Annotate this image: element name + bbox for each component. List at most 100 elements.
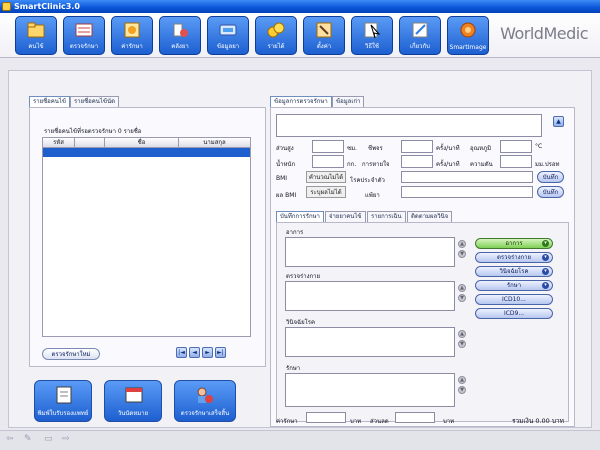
income-icon xyxy=(267,22,285,38)
button-label: ICD10... xyxy=(502,296,526,303)
tab-treatment-record[interactable]: บันทึกการรักษา xyxy=(276,211,324,222)
bmi-result-button[interactable]: ระบุผลไม่ได้ xyxy=(306,186,346,198)
toolbar-button-examination[interactable]: ตรวจรักษา xyxy=(63,16,105,55)
scroll-up-icon[interactable]: ▲ xyxy=(458,240,466,248)
toolbar-label: คนไข้ xyxy=(28,43,44,50)
toolbar-label: ตั้งค่า xyxy=(316,43,332,50)
scroll-down-icon[interactable]: ▼ xyxy=(458,340,466,348)
fee-unit: บาท xyxy=(350,418,362,425)
blood-pressure-field[interactable] xyxy=(500,155,532,168)
toolbar-label: ตรวจรักษา xyxy=(69,43,99,50)
tab-patient-list[interactable]: รายชื่อคนไข้ xyxy=(29,96,71,107)
physical-exam-template-button[interactable]: ตรวจร่างกาย ▾ xyxy=(475,252,553,263)
scroll-down-icon[interactable]: ▼ xyxy=(458,294,466,302)
temperature-label: อุณหภูมิ xyxy=(470,145,492,152)
respiration-label: การหายใจ xyxy=(362,161,390,168)
temperature-field[interactable] xyxy=(500,140,532,153)
diagnosis-template-button[interactable]: วินิจฉัยโรค ▾ xyxy=(475,266,553,277)
toolbar-button-smartimage[interactable]: SmartImage xyxy=(447,16,489,55)
icd9-button[interactable]: ICD9... xyxy=(475,308,553,319)
scroll-up-icon[interactable]: ▲ xyxy=(458,284,466,292)
temperature-unit: °C xyxy=(535,143,543,150)
scroll-down-icon[interactable]: ▼ xyxy=(458,250,466,258)
window-icon[interactable]: ▭ xyxy=(44,434,53,444)
tab-history[interactable]: ข้อมูลเก่า xyxy=(332,96,365,107)
nav-previous-button[interactable]: ◄ xyxy=(189,347,200,358)
toolbar-label: รายได้ xyxy=(267,43,285,50)
pulse-field[interactable] xyxy=(401,140,433,153)
appointment-date-button[interactable]: วันนัดหมาย xyxy=(104,380,162,422)
selected-table-row[interactable] xyxy=(43,148,250,157)
tab-exam-info[interactable]: ข้อมูลการตรวจรักษา xyxy=(270,96,332,107)
bmi-calc-button[interactable]: คำนวณไม่ได้ xyxy=(306,171,346,183)
new-exam-button[interactable]: ตรวจรักษาใหม่ xyxy=(42,348,100,360)
discount-unit: บาท xyxy=(443,418,455,425)
nav-last-button[interactable]: ►| xyxy=(215,347,226,358)
toolbar-button-income[interactable]: รายได้ xyxy=(255,16,297,55)
tab-dispense-drugs[interactable]: จ่ายยาคนไข้ xyxy=(325,211,366,222)
fee-field[interactable] xyxy=(306,412,346,423)
button-label: วันนัดหมาย xyxy=(117,410,149,417)
brand-logo: WorldMedic xyxy=(500,24,588,43)
back-icon[interactable]: ⇦ xyxy=(6,434,14,444)
tab-appointment-list[interactable]: รายชื่อคนไข้นัด xyxy=(70,96,120,107)
nav-next-button[interactable]: ► xyxy=(202,347,213,358)
folder-icon xyxy=(27,22,45,38)
finish-exam-button[interactable]: ตรวจรักษาเสร็จสิ้น xyxy=(174,380,236,422)
allergy-field[interactable] xyxy=(401,186,533,198)
toolbar-button-billing[interactable]: ค่ารักษา xyxy=(111,16,153,55)
column-header-last-name[interactable]: นามสกุล xyxy=(179,138,250,148)
chevron-down-icon: ▾ xyxy=(542,282,549,289)
settings-icon xyxy=(316,22,332,38)
toolbar-label: ข้อมูลยา xyxy=(216,43,240,50)
column-header-first-name[interactable]: ชื่อ xyxy=(105,138,179,148)
symptom-textarea[interactable]: ▲ ▼ xyxy=(285,237,466,267)
print-certificate-button[interactable]: พิมพ์ใบรับรองแพทย์ xyxy=(34,380,92,422)
patient-table[interactable]: รหัส ชื่อ นามสกุล xyxy=(42,137,251,337)
symptom-scroll-controls: ▲ ▼ xyxy=(458,240,468,260)
collapse-up-button[interactable]: ▲ xyxy=(553,116,564,127)
icd10-button[interactable]: ICD10... xyxy=(475,294,553,305)
toolbar-label: SmartImage xyxy=(449,44,487,51)
calendar-icon xyxy=(125,387,143,403)
respiration-field[interactable] xyxy=(401,155,433,168)
scroll-up-icon[interactable]: ▲ xyxy=(458,330,466,338)
symptom-template-button[interactable]: อาการ ▾ xyxy=(475,238,553,249)
height-field[interactable] xyxy=(312,140,344,153)
column-header-title[interactable] xyxy=(75,138,105,148)
save-allergy-button[interactable]: บันทึก xyxy=(537,186,564,198)
toolbar-label: เกี่ยวกับ xyxy=(409,43,430,50)
toolbar-button-about[interactable]: เกี่ยวกับ xyxy=(399,16,441,55)
toolbar-label: ค่ารักษา xyxy=(121,43,143,50)
weight-field[interactable] xyxy=(312,155,344,168)
toolbar-button-patients[interactable]: คนไข้ xyxy=(15,16,57,55)
diagnosis-scroll-controls: ▲ ▼ xyxy=(458,330,468,350)
button-label: ICD9... xyxy=(503,310,525,317)
diagnosis-textarea[interactable]: ▲ ▼ xyxy=(285,327,466,357)
record-navigator: |◄ ◄ ► ►| xyxy=(176,347,238,358)
forward-icon[interactable]: ⇨ xyxy=(62,434,70,444)
scroll-down-icon[interactable]: ▼ xyxy=(458,386,466,394)
chronic-disease-field[interactable] xyxy=(401,171,533,183)
toolbar-button-help[interactable]: วิธีใช้ xyxy=(351,16,393,55)
column-header-code[interactable]: รหัส xyxy=(43,138,75,148)
toolbar-button-drug-info[interactable]: ข้อมูลยา xyxy=(207,16,249,55)
examination-icon xyxy=(75,23,93,37)
smartimage-icon xyxy=(460,22,476,38)
billing-icon xyxy=(124,22,140,38)
button-label: ตรวจร่างกาย xyxy=(496,254,532,261)
toolbar-button-pharmacy[interactable]: คลังยา xyxy=(159,16,201,55)
save-chronic-button[interactable]: บันทึก xyxy=(537,171,564,183)
toolbar-button-settings[interactable]: ตั้งค่า xyxy=(303,16,345,55)
scroll-up-icon[interactable]: ▲ xyxy=(458,376,466,384)
treatment-template-button[interactable]: รักษา ▾ xyxy=(475,280,553,291)
nav-first-button[interactable]: |◄ xyxy=(176,347,187,358)
discount-field[interactable] xyxy=(395,412,435,423)
treatment-textarea[interactable]: ▲ ▼ xyxy=(285,373,466,407)
edit-icon[interactable]: ✎ xyxy=(24,434,32,444)
physical-exam-textarea[interactable]: ▲ ▼ xyxy=(285,281,466,311)
blood-pressure-unit: มม.ปรอท xyxy=(535,161,560,168)
tab-follow-up[interactable]: ติดตามผลวินิจ xyxy=(407,211,453,222)
pulse-unit: ครั้ง/นาที xyxy=(436,145,460,152)
tab-emergency-list[interactable]: รายการเฉิน xyxy=(367,211,406,222)
